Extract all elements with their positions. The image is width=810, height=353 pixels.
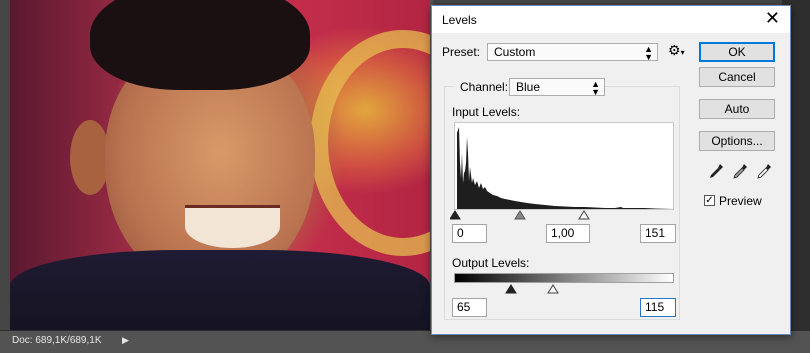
histogram-graph	[457, 127, 673, 209]
output-black-field[interactable]: 65	[452, 298, 487, 317]
dialog-titlebar[interactable]: Levels ✕	[432, 6, 790, 33]
photo-smile	[185, 205, 280, 248]
preview-label: Preview	[719, 194, 762, 208]
output-slider-track	[505, 284, 559, 294]
doc-size-info: Doc: 689,1K/689,1K	[12, 335, 102, 346]
channel-label: Channel:	[454, 80, 515, 94]
preset-label: Preset:	[442, 45, 481, 59]
input-white-slider[interactable]	[578, 210, 590, 220]
preset-select[interactable]: Custom ▲ ▼	[487, 43, 658, 62]
input-black-field[interactable]: 0	[452, 224, 487, 243]
play-arrow-icon[interactable]: ▶	[122, 335, 129, 346]
white-eyedropper-icon[interactable]	[756, 163, 772, 179]
chevron-updown-icon: ▲ ▼	[644, 44, 653, 62]
cancel-button[interactable]: Cancel	[699, 67, 775, 87]
gear-icon[interactable]: ⚙▾	[668, 42, 685, 59]
photo-shirt	[10, 250, 430, 330]
input-gamma-slider[interactable]	[514, 210, 526, 220]
options-button[interactable]: Options...	[699, 131, 775, 151]
background-logo-ring	[310, 30, 430, 256]
output-black-slider[interactable]	[505, 284, 517, 294]
preset-value: Custom	[494, 45, 536, 59]
input-slider-track	[450, 210, 590, 220]
black-eyedropper-icon[interactable]	[708, 163, 724, 179]
output-white-field[interactable]: 115	[640, 298, 676, 317]
chevron-updown-icon: ▲ ▼	[591, 79, 600, 97]
ok-button[interactable]: OK	[699, 42, 775, 62]
levels-dialog: Levels ✕ Preset: Custom ▲ ▼ ⚙▾ Channel: B…	[431, 5, 791, 335]
output-levels-label: Output Levels:	[452, 256, 530, 270]
auto-button[interactable]: Auto	[699, 99, 775, 119]
document-canvas[interactable]	[10, 0, 430, 330]
output-white-slider[interactable]	[547, 284, 559, 294]
input-black-slider[interactable]	[450, 210, 461, 220]
channel-value: Blue	[516, 80, 541, 94]
input-gamma-field[interactable]: 1,00	[546, 224, 590, 243]
photo-ear	[70, 120, 110, 195]
close-icon[interactable]: ✕	[765, 9, 780, 27]
gray-eyedropper-icon[interactable]	[732, 163, 748, 179]
photo-hair	[90, 0, 310, 90]
histogram	[454, 122, 674, 210]
channel-select[interactable]: Blue ▲ ▼	[509, 78, 605, 97]
dialog-title: Levels	[442, 13, 477, 27]
input-levels-label: Input Levels:	[452, 105, 521, 119]
input-white-field[interactable]: 151	[640, 224, 676, 243]
preview-checkbox[interactable]: ✓	[704, 195, 715, 206]
